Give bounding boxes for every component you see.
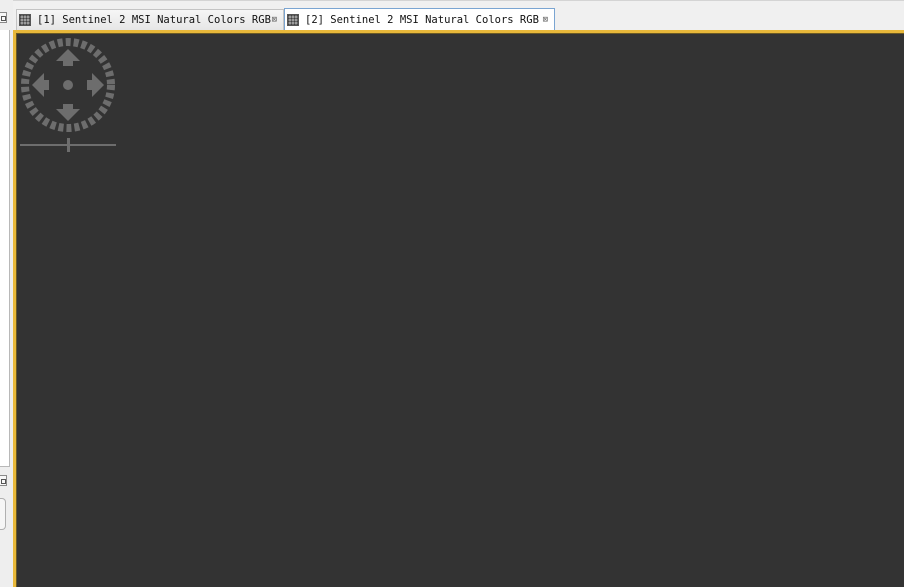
image-view-inner-edge [16, 33, 904, 587]
tab-image-view-2[interactable]: [2] Sentinel 2 MSI Natural Colors RGB ⊠ [284, 8, 555, 30]
tab-label: [1] Sentinel 2 MSI Natural Colors RGB [37, 14, 271, 26]
lower-panel-minimize-button[interactable] [0, 475, 7, 486]
pan-left-arrow-icon[interactable] [32, 73, 49, 97]
raster-image-icon [287, 13, 299, 26]
tab-image-view-1[interactable]: [1] Sentinel 2 MSI Natural Colors RGB ⊠ [16, 9, 284, 30]
tab-label: [2] Sentinel 2 MSI Natural Colors RGB [305, 13, 539, 26]
close-icon[interactable]: ⊠ [543, 15, 548, 25]
zoom-slider-thumb[interactable] [67, 138, 70, 152]
raster-image-icon [19, 14, 31, 26]
close-icon[interactable]: ⊠ [272, 15, 277, 25]
snap-image-window: [1] Sentinel 2 MSI Natural Colors RGB ⊠ … [0, 0, 904, 587]
pan-up-arrow-icon[interactable] [56, 49, 80, 66]
left-panel-minimize-button[interactable] [0, 12, 7, 23]
pan-down-arrow-icon[interactable] [56, 104, 80, 121]
lower-panel-edge [0, 498, 6, 530]
document-tab-bar: [1] Sentinel 2 MSI Natural Colors RGB ⊠ … [13, 0, 904, 30]
pan-center-icon[interactable] [63, 80, 73, 90]
pan-navigator-icon[interactable] [19, 36, 117, 134]
tab-bar-top-border [13, 0, 904, 1]
left-collapsed-panel [0, 0, 13, 587]
image-view-canvas[interactable] [13, 30, 904, 587]
zoom-slider[interactable] [20, 137, 118, 153]
pan-right-arrow-icon[interactable] [87, 73, 104, 97]
left-panel-body [0, 30, 10, 467]
